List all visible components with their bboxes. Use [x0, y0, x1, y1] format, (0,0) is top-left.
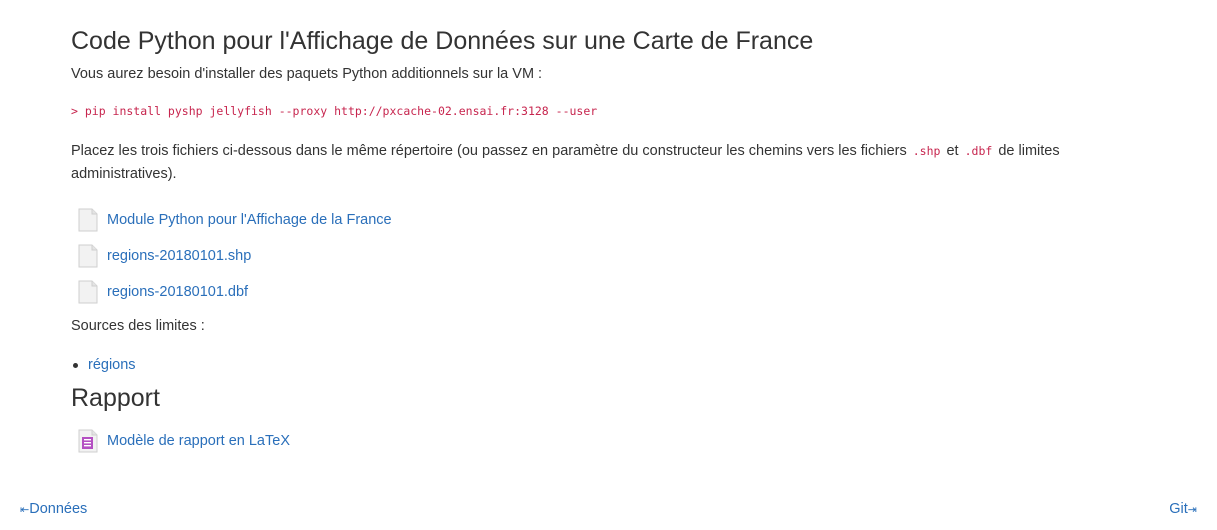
section-title-code: Code Python pour l'Affichage de Données … [71, 27, 814, 55]
source-link-regions[interactable]: régions [88, 357, 136, 373]
nav-next-label: Git [1169, 501, 1188, 517]
section-title-rapport: Rapport [71, 384, 160, 412]
arrow-left-icon: ⇤ [20, 503, 30, 516]
file-link-regions-shp[interactable]: regions-20180101.shp [107, 248, 251, 264]
document-icon [78, 244, 98, 268]
nav-prev-link[interactable]: ⇤ Données [20, 501, 87, 517]
placement-text-before: Placez les trois fichiers ci-dessous dan… [71, 143, 911, 159]
shp-extension-code: .shp [912, 144, 941, 158]
sources-label: Sources des limites : [71, 318, 205, 334]
file-link-latex-template[interactable]: Modèle de rapport en LaTeX [107, 433, 290, 449]
placement-text-middle: et [942, 143, 963, 159]
bullet-icon [73, 362, 78, 368]
page: Code Python pour l'Affichage de Données … [0, 0, 1217, 530]
file-item-latex-template: Modèle de rapport en LaTeX [77, 428, 290, 454]
file-item-regions-dbf: regions-20180101.dbf [77, 279, 248, 305]
document-icon [78, 208, 98, 232]
placement-instructions: Placez les trois fichiers ci-dessous dan… [71, 140, 1081, 186]
list-item: régions [71, 353, 136, 377]
file-item-regions-shp: regions-20180101.shp [77, 243, 251, 269]
arrow-right-icon: ⇥ [1187, 503, 1197, 516]
dbf-extension-code: .dbf [964, 144, 993, 158]
nav-next-link[interactable]: Git ⇥ [1169, 501, 1197, 517]
text-document-icon [78, 429, 98, 453]
sources-list: régions [71, 353, 136, 377]
file-item-module-python: Module Python pour l'Affichage de la Fra… [77, 207, 392, 233]
nav-prev-label: Données [29, 501, 88, 517]
file-link-module-python[interactable]: Module Python pour l'Affichage de la Fra… [107, 212, 392, 228]
document-icon [78, 280, 98, 304]
install-instructions: Vous aurez besoin d'installer des paquet… [71, 66, 543, 82]
file-link-regions-dbf[interactable]: regions-20180101.dbf [107, 284, 248, 300]
install-command: > pip install pyshp jellyfish --proxy ht… [71, 104, 598, 118]
